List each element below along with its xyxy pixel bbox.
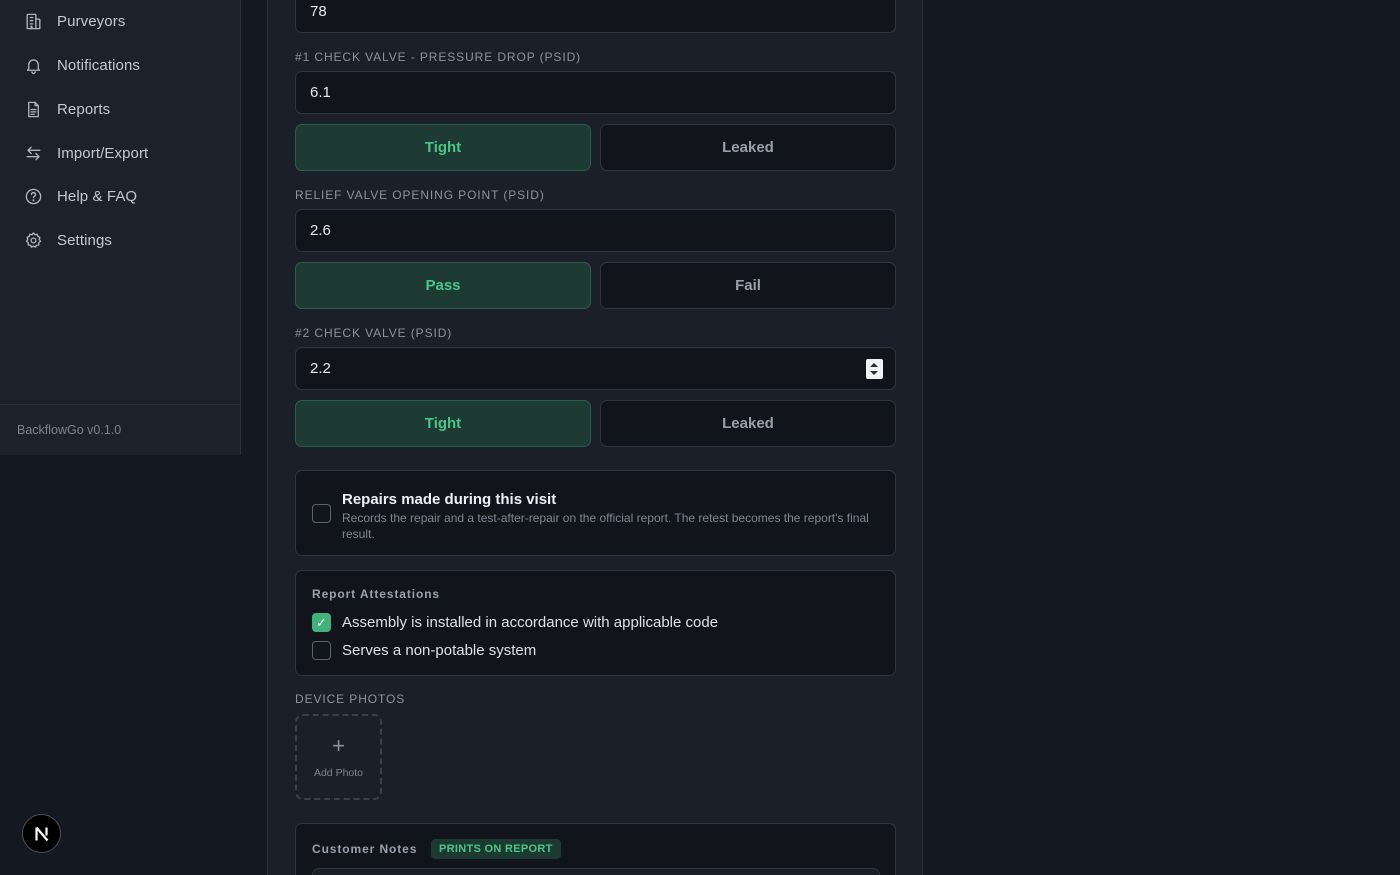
device-photos-label: Device Photos [295,692,406,706]
check2-leaked-button[interactable]: Leaked [600,400,896,447]
attestation-nonpotable-checkbox[interactable] [312,641,331,660]
check2-input[interactable]: 2.2 [295,347,896,390]
sidebar-item-help[interactable]: Help & FAQ [0,178,240,214]
sidebar-item-settings[interactable]: Settings [0,222,240,258]
next-dev-button[interactable] [22,814,61,853]
arrows-icon [26,145,41,161]
bell-icon [26,58,41,74]
check1-label: #1 Check Valve - Pressure Drop (PSID) [295,50,582,64]
repairs-title: Repairs made during this visit [342,491,557,508]
sidebar-item-label: Settings [57,231,112,249]
number-stepper[interactable] [866,359,883,379]
badge-text: Prints on Report [439,843,553,855]
check2-label: #2 Check Valve (PSID) [295,326,453,340]
sidebar-item-label: Help & FAQ [57,187,138,205]
document-icon [28,101,39,117]
add-photo-label: Add Photo [313,767,364,779]
gear-icon [25,231,42,248]
prints-on-report-badge: Prints on Report [431,839,561,859]
check2-tight-button[interactable]: Tight [295,400,591,447]
sidebar: Purveyors Notifications Reports Import/E… [0,0,241,455]
check1-leaked-button[interactable]: Leaked [600,124,896,171]
relief-input[interactable]: 2.6 [295,209,896,252]
sidebar-item-label: Notifications [57,56,141,74]
check1-tight-button[interactable]: Tight [295,124,591,171]
input-value: 6.1 [310,84,331,101]
relief-fail-button[interactable]: Fail [600,262,896,309]
n-logo-icon [34,826,48,841]
input-value: 2.6 [310,222,331,239]
sidebar-item-label: Purveyors [57,12,126,30]
relief-label: Relief Valve Opening Point (PSID) [295,188,545,202]
sidebar-item-reports[interactable]: Reports [0,91,240,127]
attestation-nonpotable-label: Serves a non-potable system [342,642,537,659]
app-version: BackflowGo v0.1.0 [0,404,240,455]
add-photo-button[interactable]: + Add Photo [295,714,382,800]
attestation-code-checkbox[interactable]: ✓ [312,613,331,632]
sidebar-item-purveyors[interactable]: Purveyors [0,3,240,39]
repairs-checkbox[interactable] [312,504,331,523]
relief-pass-button[interactable]: Pass [295,262,591,309]
check1-input[interactable]: 6.1 [295,71,896,114]
sidebar-item-label: Reports [57,100,111,118]
building-icon [26,13,41,29]
sidebar-item-notifications[interactable]: Notifications [0,47,240,83]
check-icon: ✓ [316,614,327,630]
repairs-description: Records the repair and a test-after-repa… [342,511,869,541]
help-icon [25,188,42,204]
plus-icon: + [332,733,345,758]
customer-notes-card: Customer Notes Prints on Report [295,823,896,875]
sidebar-item-import-export[interactable]: Import/Export [0,135,240,171]
attestations-card: Report Attestations ✓ Assembly is instal… [295,570,896,676]
attestation-code-label: Assembly is installed in accordance with… [342,614,719,631]
customer-notes-title: Customer Notes [312,842,418,856]
sidebar-item-label: Import/Export [57,144,149,162]
input-value: 2.2 [310,360,331,377]
test-form-panel: 78 #1 Check Valve - Pressure Drop (PSID)… [267,0,923,875]
top-value-input[interactable]: 78 [295,0,896,33]
input-value: 78 [310,3,327,20]
attestations-title: Report Attestations [312,587,440,601]
customer-notes-input[interactable] [312,868,880,875]
repairs-card: Repairs made during this visit Records t… [295,470,896,556]
